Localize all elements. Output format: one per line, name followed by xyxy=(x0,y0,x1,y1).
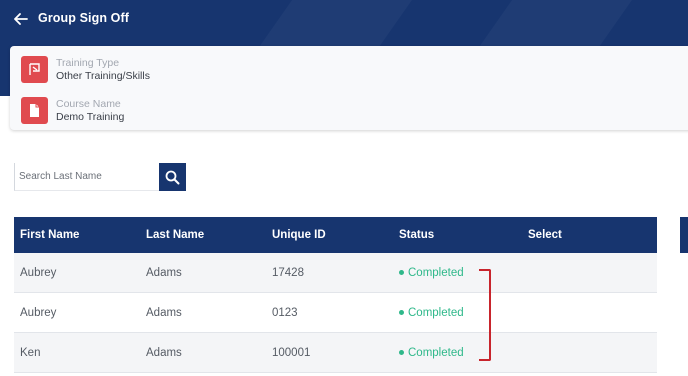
status-dot-icon xyxy=(399,270,404,275)
training-type-icon xyxy=(21,56,48,83)
training-type-label: Training Type xyxy=(56,56,120,69)
search-icon xyxy=(165,170,180,184)
course-document-icon xyxy=(21,97,48,124)
first-name-cell: Ken xyxy=(20,346,41,359)
header-last-name[interactable]: Last Name xyxy=(146,229,204,241)
search-input[interactable] xyxy=(14,163,159,191)
table-row[interactable]: Aubrey Adams 0123 Completed xyxy=(14,293,657,333)
search-bar xyxy=(14,163,186,191)
table-row[interactable]: Ken Adams 100001 Completed xyxy=(14,333,657,373)
first-name-cell: Aubrey xyxy=(20,306,57,319)
header-unique-id[interactable]: Unique ID xyxy=(272,229,326,241)
adjacent-table-header xyxy=(680,217,688,253)
back-arrow-icon[interactable] xyxy=(10,8,32,30)
unique-id-cell: 0123 xyxy=(272,306,298,319)
status-text: Completed xyxy=(408,306,464,319)
unique-id-cell: 100001 xyxy=(272,346,311,359)
status-badge: Completed xyxy=(399,267,464,279)
page-title: Group Sign Off xyxy=(38,11,129,25)
status-badge: Completed xyxy=(399,347,464,359)
first-name-cell: Aubrey xyxy=(20,266,57,279)
course-info-card: Training Type Other Training/Skills Cour… xyxy=(10,46,688,130)
page: Group Sign Off Training Type Other Train… xyxy=(0,0,688,376)
course-name-label: Course Name xyxy=(56,97,121,110)
last-name-cell: Adams xyxy=(146,306,182,319)
status-dot-icon xyxy=(399,310,404,315)
roster-table: First Name Last Name Unique ID Status Se… xyxy=(14,217,657,373)
search-button[interactable] xyxy=(159,163,186,191)
table-row[interactable]: Aubrey Adams 17428 Completed xyxy=(14,253,657,293)
last-name-cell: Adams xyxy=(146,346,182,359)
unique-id-cell: 17428 xyxy=(272,266,304,279)
annotation-bracket xyxy=(479,269,491,361)
status-badge: Completed xyxy=(399,307,464,319)
training-type-value: Other Training/Skills xyxy=(56,69,150,82)
status-text: Completed xyxy=(408,346,464,359)
status-dot-icon xyxy=(399,350,404,355)
header-status[interactable]: Status xyxy=(399,229,434,241)
table-header: First Name Last Name Unique ID Status Se… xyxy=(14,217,657,253)
last-name-cell: Adams xyxy=(146,266,182,279)
header-select: Select xyxy=(528,229,562,241)
training-type-row: Training Type Other Training/Skills xyxy=(21,56,150,83)
course-name-value: Demo Training xyxy=(56,110,125,123)
status-text: Completed xyxy=(408,266,464,279)
header-first-name[interactable]: First Name xyxy=(20,229,79,241)
course-name-row: Course Name Demo Training xyxy=(21,97,124,124)
